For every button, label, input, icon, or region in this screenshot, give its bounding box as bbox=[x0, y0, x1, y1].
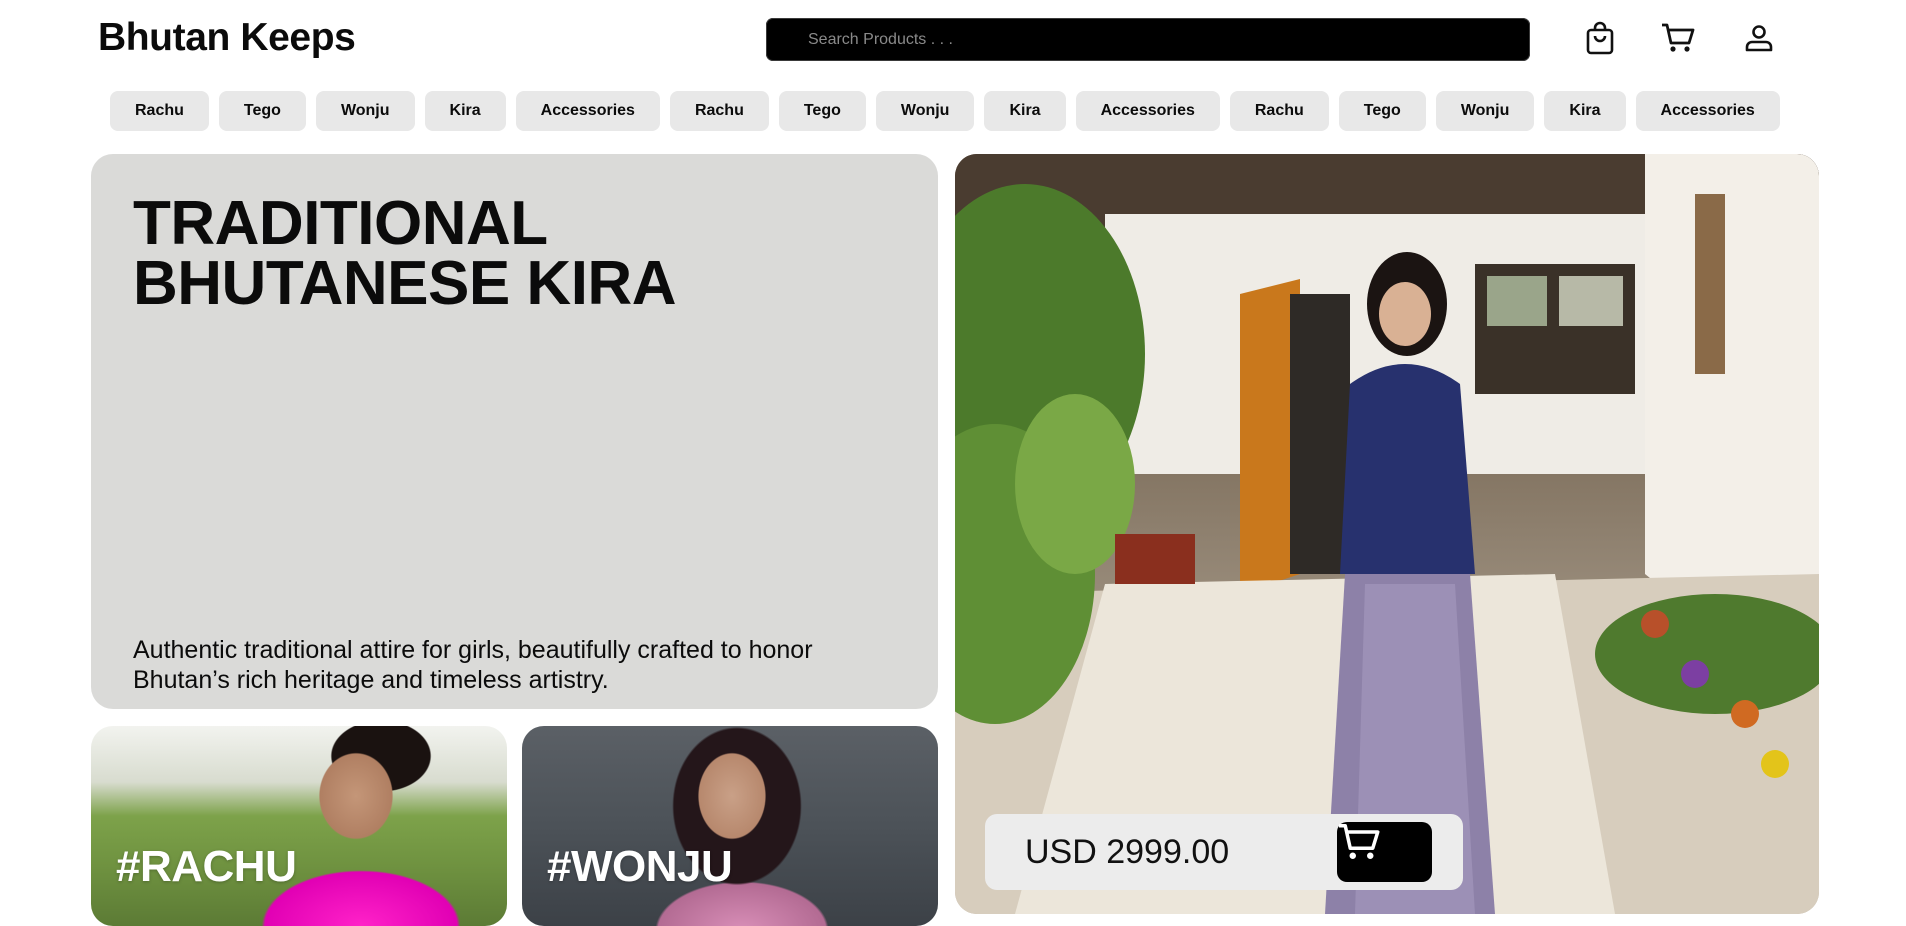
category-chip-kira[interactable]: Kira bbox=[1544, 91, 1626, 131]
product-photo-card[interactable]: USD 2999.00 bbox=[955, 154, 1819, 914]
shopping-bag-button[interactable] bbox=[1580, 16, 1620, 60]
product-price: USD 2999.00 bbox=[1025, 833, 1230, 871]
hero-card: TRADITIONAL BHUTANESE KIRA Authentic tra… bbox=[91, 154, 938, 709]
cart-button[interactable] bbox=[1658, 16, 1698, 60]
category-chip-tego[interactable]: Tego bbox=[1338, 91, 1426, 131]
cart-icon bbox=[1662, 23, 1695, 52]
category-chip-accessories[interactable]: Accessories bbox=[515, 91, 660, 131]
category-chip-wonju[interactable]: Wonju bbox=[875, 91, 975, 131]
category-chip-tego[interactable]: Tego bbox=[218, 91, 306, 131]
product-photo bbox=[955, 154, 1819, 914]
user-icon bbox=[1745, 25, 1773, 52]
category-chip-accessories[interactable]: Accessories bbox=[1075, 91, 1220, 131]
category-chip-wonju[interactable]: Wonju bbox=[1435, 91, 1535, 131]
hero-title: TRADITIONAL BHUTANESE KIRA bbox=[133, 189, 893, 318]
cart-icon bbox=[1339, 824, 1380, 859]
shopping-bag-icon bbox=[1586, 21, 1614, 55]
hero-description: Authentic traditional attire for girls, … bbox=[133, 636, 813, 694]
category-tile-wonju[interactable]: #WONJU bbox=[522, 726, 938, 926]
hero-title-line: TRADITIONAL bbox=[133, 189, 548, 258]
tile-label: #WONJU bbox=[547, 842, 733, 891]
search-input[interactable] bbox=[766, 18, 1530, 61]
category-chip-tego[interactable]: Tego bbox=[778, 91, 866, 131]
brand-logo[interactable]: Bhutan Keeps bbox=[98, 16, 356, 60]
category-chip-rachu[interactable]: Rachu bbox=[110, 91, 209, 131]
category-nav: Rachu Tego Wonju Kira Accessories Rachu … bbox=[110, 91, 1780, 131]
add-to-cart-button[interactable] bbox=[1337, 822, 1432, 882]
category-chip-accessories[interactable]: Accessories bbox=[1635, 91, 1780, 131]
site-header: Bhutan Keeps bbox=[0, 0, 1906, 80]
search-bar[interactable] bbox=[766, 18, 1530, 61]
category-chip-kira[interactable]: Kira bbox=[984, 91, 1066, 131]
hero-title-line: BHUTANESE KIRA bbox=[133, 249, 676, 318]
category-chip-rachu[interactable]: Rachu bbox=[669, 91, 769, 131]
category-chip-kira[interactable]: Kira bbox=[424, 91, 506, 131]
price-bar: USD 2999.00 bbox=[985, 814, 1463, 890]
account-button[interactable] bbox=[1739, 16, 1779, 60]
category-tile-rachu[interactable]: #RACHU bbox=[91, 726, 507, 926]
tile-label: #RACHU bbox=[116, 842, 297, 891]
category-chip-wonju[interactable]: Wonju bbox=[315, 91, 415, 131]
category-chip-rachu[interactable]: Rachu bbox=[1229, 91, 1329, 131]
